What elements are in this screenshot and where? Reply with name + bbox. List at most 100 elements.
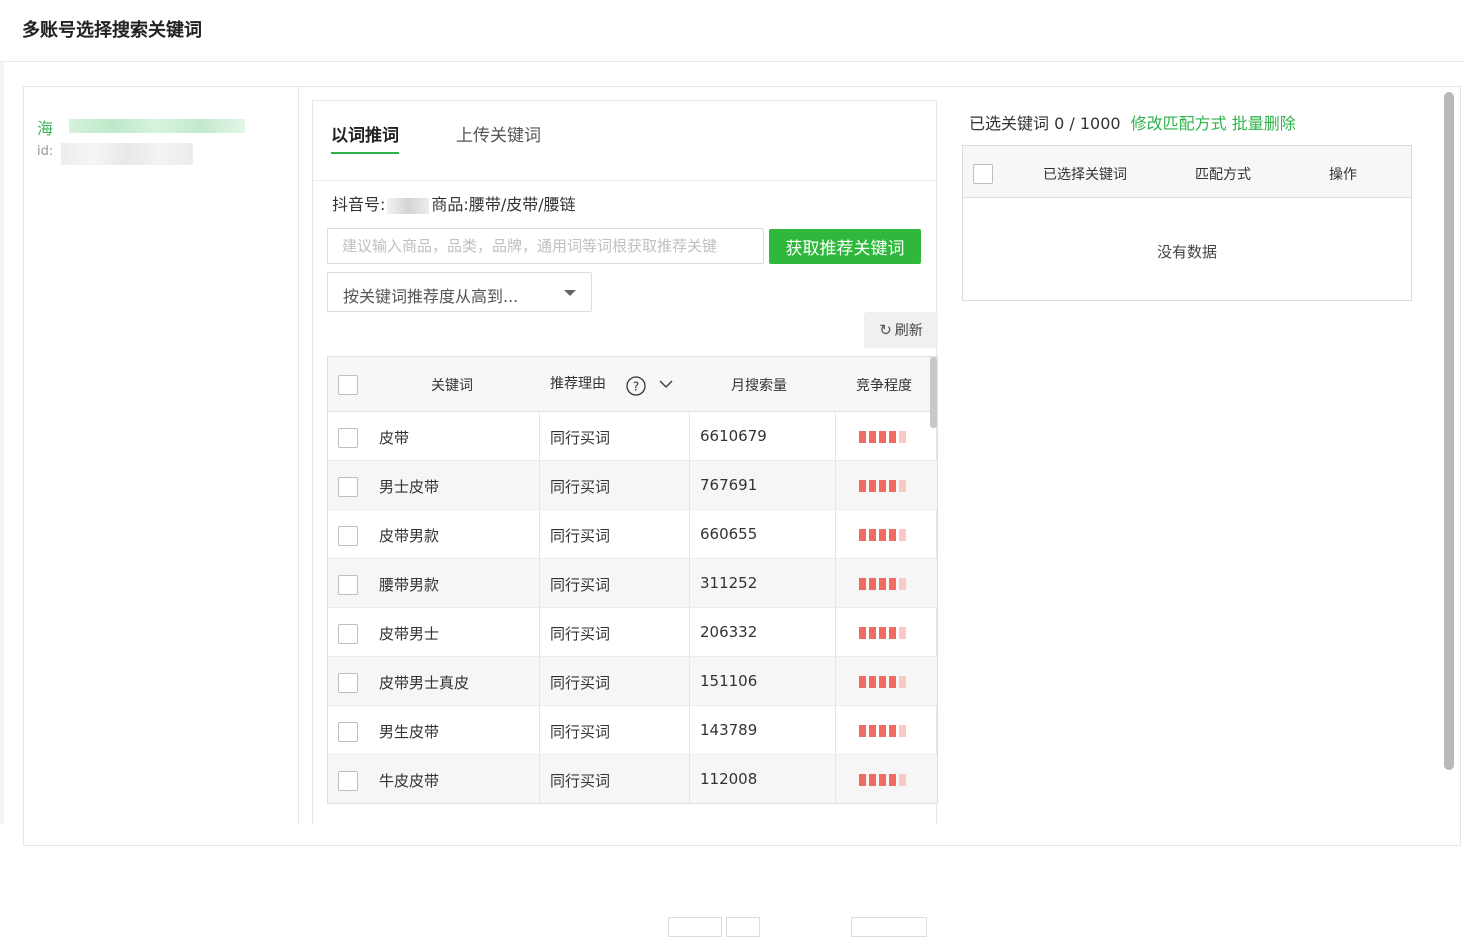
column-divider xyxy=(539,755,540,803)
table-row[interactable]: 男士皮带 同行买词 767691 xyxy=(328,461,937,510)
table-row[interactable]: 腰带男款 同行买词 311252 xyxy=(328,559,937,608)
batch-delete-link[interactable]: 批量删除 xyxy=(1232,114,1296,133)
column-divider xyxy=(689,706,690,755)
table-row[interactable]: 皮带男士真皮 同行买词 151106 xyxy=(328,657,937,706)
sort-select[interactable]: 按关键词推荐度从高到... xyxy=(327,272,592,312)
column-divider xyxy=(689,755,690,803)
competition-bar xyxy=(899,774,906,786)
row-checkbox[interactable] xyxy=(338,428,358,448)
competition-bar xyxy=(879,627,886,639)
competition-bar xyxy=(889,627,896,639)
get-recommend-button[interactable]: 获取推荐关键词 xyxy=(769,229,921,264)
selected-table-header: 已选择关键词 匹配方式 操作 xyxy=(963,146,1411,198)
row-monthly-search: 206332 xyxy=(700,623,758,641)
competition-bar xyxy=(869,480,876,492)
row-checkbox[interactable] xyxy=(338,673,358,693)
column-divider xyxy=(539,657,540,706)
selected-all-checkbox[interactable] xyxy=(973,164,993,184)
competition-bar xyxy=(859,480,866,492)
select-all-checkbox[interactable] xyxy=(338,375,358,395)
column-divider xyxy=(835,510,836,559)
competition-bar xyxy=(859,627,866,639)
row-monthly-search: 6610679 xyxy=(700,427,767,445)
row-keyword: 皮带男士真皮 xyxy=(379,674,470,692)
competition-bar xyxy=(879,529,886,541)
column-divider xyxy=(539,510,540,559)
competition-bar xyxy=(869,774,876,786)
competition-bar xyxy=(879,725,886,737)
competition-bar xyxy=(879,480,886,492)
competition-bar xyxy=(899,529,906,541)
row-checkbox[interactable] xyxy=(338,771,358,791)
account-panel: 海 id: xyxy=(24,87,299,824)
table-header: 关键词 推荐理由 ? 月搜索量 竞争程度 xyxy=(328,357,937,412)
row-monthly-search: 311252 xyxy=(700,574,758,592)
competition-meter xyxy=(859,725,906,737)
row-checkbox[interactable] xyxy=(338,526,358,546)
pagination-page[interactable] xyxy=(726,917,760,937)
selected-label: 已选关键词 xyxy=(969,114,1050,133)
competition-meter xyxy=(859,431,906,443)
competition-bar xyxy=(859,578,866,590)
column-divider xyxy=(689,510,690,559)
row-reason: 同行买词 xyxy=(550,576,611,594)
tab-upload-keywords[interactable]: 上传关键词 xyxy=(456,121,541,152)
page-header: 多账号选择搜索关键词 xyxy=(0,0,1464,62)
table-row[interactable]: 牛皮皮带 同行买词 112008 xyxy=(328,755,937,803)
competition-bar xyxy=(869,431,876,443)
column-divider xyxy=(689,608,690,657)
competition-meter xyxy=(859,480,906,492)
row-reason: 同行买词 xyxy=(550,625,611,643)
column-divider xyxy=(689,461,690,510)
pagination-size[interactable] xyxy=(851,917,927,937)
competition-bar xyxy=(869,676,876,688)
account-name[interactable]: 海 xyxy=(37,115,53,139)
col-competition: 竞争程度 xyxy=(856,378,912,394)
table-row[interactable]: 皮带 同行买词 6610679 xyxy=(328,412,937,461)
refresh-icon: ↻ xyxy=(879,321,892,339)
selected-summary: 已选关键词 0 / 1000 修改匹配方式 批量删除 xyxy=(969,110,1296,134)
empty-state: 没有数据 xyxy=(1156,243,1217,261)
keyword-table: 关键词 推荐理由 ? 月搜索量 竞争程度 皮带 同行买词 6610679 男士皮带 同行… xyxy=(327,356,938,804)
row-keyword: 男士皮带 xyxy=(379,478,440,496)
keyword-root-input[interactable] xyxy=(327,228,764,264)
competition-bar xyxy=(869,578,876,590)
column-divider xyxy=(539,608,540,657)
competition-bar xyxy=(889,725,896,737)
column-divider xyxy=(835,608,836,657)
column-divider xyxy=(835,755,836,803)
table-row[interactable]: 皮带男款 同行买词 660655 xyxy=(328,510,937,559)
row-checkbox[interactable] xyxy=(338,722,358,742)
row-checkbox[interactable] xyxy=(338,477,358,497)
table-scrollbar[interactable] xyxy=(930,357,937,428)
column-divider xyxy=(689,412,690,461)
row-checkbox[interactable] xyxy=(338,575,358,595)
column-divider xyxy=(539,559,540,608)
competition-meter xyxy=(859,774,906,786)
row-reason: 同行买词 xyxy=(550,429,611,447)
tab-word-recommend[interactable]: 以词推词 xyxy=(331,121,399,154)
column-divider xyxy=(835,461,836,510)
pagination-prev[interactable] xyxy=(668,917,722,937)
competition-meter xyxy=(859,529,906,541)
competition-bar xyxy=(879,431,886,443)
row-reason: 同行买词 xyxy=(550,723,611,741)
competition-bar xyxy=(879,676,886,688)
row-checkbox[interactable] xyxy=(338,624,358,644)
chevron-down-icon[interactable] xyxy=(658,378,674,390)
page-scrollbar[interactable] xyxy=(1444,92,1454,770)
competition-bar xyxy=(859,725,866,737)
help-icon[interactable]: ? xyxy=(625,375,647,397)
competition-bar xyxy=(859,529,866,541)
col-selected-keyword: 已选择关键词 xyxy=(1043,167,1127,183)
table-row[interactable]: 皮带男士 同行买词 206332 xyxy=(328,608,937,657)
column-divider xyxy=(539,706,540,755)
refresh-button[interactable]: ↻ 刷新 xyxy=(864,312,938,348)
modify-match-link[interactable]: 修改匹配方式 xyxy=(1131,114,1227,133)
column-divider xyxy=(835,412,836,461)
column-divider xyxy=(835,559,836,608)
table-row[interactable]: 男生皮带 同行买词 143789 xyxy=(328,706,937,755)
col-monthly-search: 月搜索量 xyxy=(731,378,787,394)
left-edge xyxy=(0,62,4,824)
svg-text:?: ? xyxy=(633,380,639,394)
